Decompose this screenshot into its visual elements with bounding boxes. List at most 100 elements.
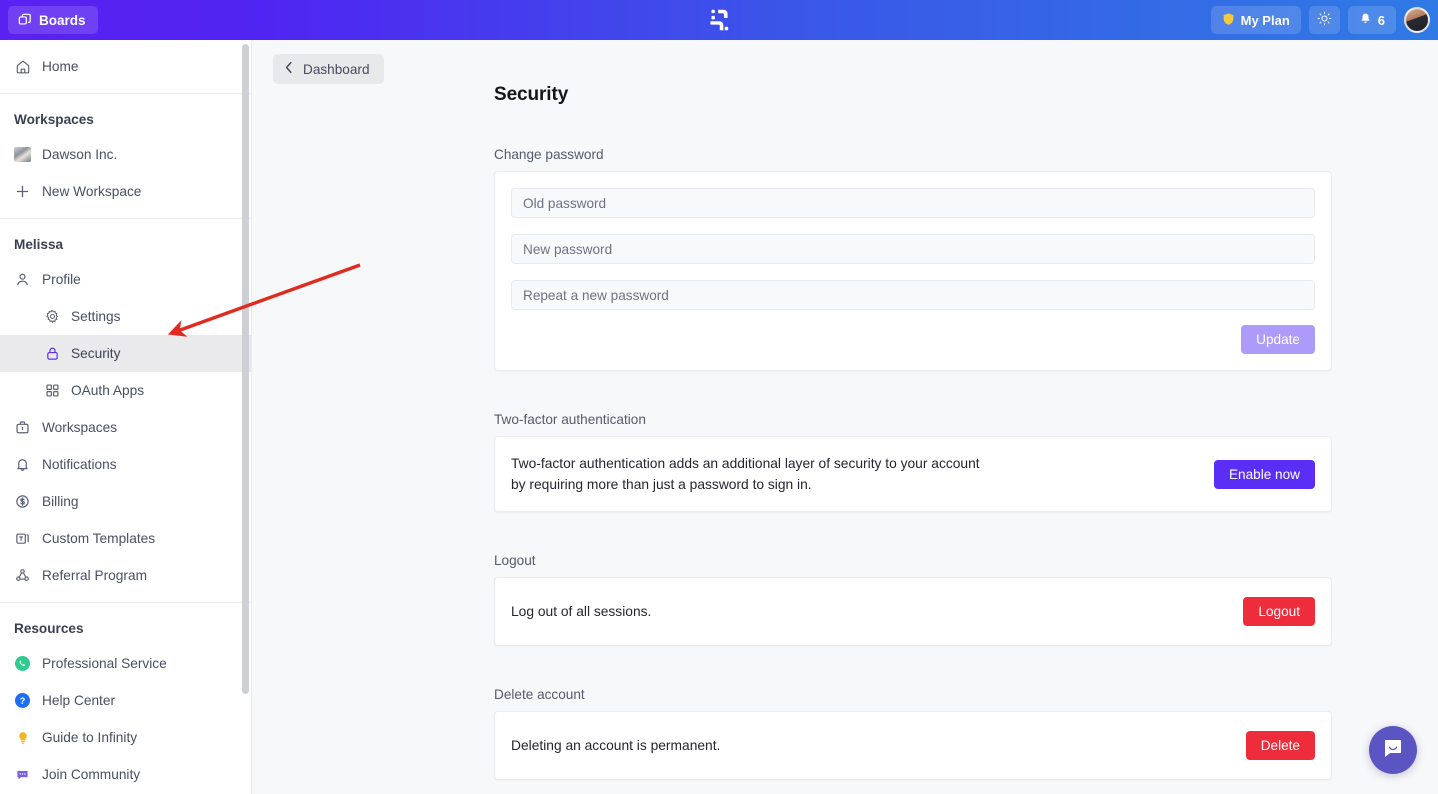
- sidebar-item-label: Join Community: [42, 767, 141, 782]
- change-password-label: Change password: [494, 147, 604, 162]
- security-page: Security Change password Old password Ne…: [494, 40, 1332, 780]
- dollar-circle-icon: [14, 493, 31, 510]
- sidebar-item-professional-service[interactable]: Professional Service: [0, 645, 251, 682]
- my-plan-button[interactable]: My Plan: [1210, 6, 1301, 34]
- sidebar-section-account: Melissa Profile Settings Security OAuth …: [0, 219, 251, 603]
- sidebar-heading-melissa: Melissa: [14, 236, 64, 252]
- change-password-card: Old password New password Repeat a new p…: [494, 171, 1332, 371]
- sidebar-item-referral-program[interactable]: Referral Program: [0, 557, 251, 594]
- delete-account-button[interactable]: Delete: [1245, 731, 1315, 760]
- change-password-actions: Update: [511, 325, 1315, 354]
- sidebar-item-guide-to-infinity[interactable]: Guide to Infinity: [0, 719, 251, 756]
- sidebar-item-join-community[interactable]: Join Community: [0, 756, 251, 793]
- lightbulb-icon: [14, 729, 31, 746]
- sun-icon: [1317, 11, 1332, 29]
- logout-button[interactable]: Logout: [1243, 597, 1315, 626]
- my-plan-label: My Plan: [1240, 12, 1290, 28]
- two-factor-description: Two-factor authentication adds an additi…: [511, 453, 980, 495]
- delete-account-label: Delete account: [494, 687, 585, 702]
- logout-label: Logout: [494, 553, 536, 568]
- repeat-password-input[interactable]: Repeat a new password: [511, 280, 1315, 310]
- chat-icon: [14, 766, 31, 783]
- bell-icon: [14, 456, 31, 473]
- sidebar-item-label: Profile: [42, 272, 81, 287]
- workspace-thumbnail-icon: [14, 147, 31, 162]
- sidebar-item-label: Help Center: [42, 693, 116, 708]
- lock-icon: [44, 345, 61, 362]
- notifications-button[interactable]: 6: [1347, 6, 1396, 34]
- person-icon: [14, 271, 31, 288]
- gear-icon: [44, 308, 61, 325]
- logout-card: Log out of all sessions. Logout: [494, 577, 1332, 646]
- sidebar-item-profile[interactable]: Profile: [0, 261, 251, 298]
- two-factor-card: Two-factor authentication adds an additi…: [494, 436, 1332, 512]
- sidebar-item-new-workspace[interactable]: New Workspace: [0, 173, 251, 210]
- template-icon: [14, 530, 31, 547]
- sidebar-section-resources: Resources Professional Service ? Help Ce…: [0, 603, 251, 794]
- share-icon: [14, 567, 31, 584]
- sidebar-item-label: Custom Templates: [42, 531, 156, 546]
- plus-icon: [14, 183, 31, 200]
- two-factor-description-line-2: by requiring more than just a password t…: [511, 477, 812, 492]
- sidebar: Home Workspaces Dawson Inc. New Workspac…: [0, 40, 252, 794]
- top-bar-actions: My Plan 6: [1210, 0, 1430, 40]
- home-icon: [14, 58, 31, 75]
- back-button-label: Dashboard: [303, 61, 370, 77]
- sidebar-item-label: Professional Service: [42, 656, 167, 671]
- sidebar-item-custom-templates[interactable]: Custom Templates: [0, 520, 251, 557]
- two-factor-description-line-1: Two-factor authentication adds an additi…: [511, 456, 980, 471]
- top-bar: Boards My Plan 6: [0, 0, 1438, 40]
- sidebar-item-label: Workspaces: [42, 420, 118, 435]
- old-password-input[interactable]: Old password: [511, 188, 1315, 218]
- sidebar-item-settings[interactable]: Settings: [0, 298, 251, 335]
- sidebar-item-label: Dawson Inc.: [42, 147, 118, 162]
- copy-icon: [18, 13, 32, 27]
- infinity-logo: [706, 7, 732, 33]
- sidebar-item-label: Guide to Infinity: [42, 730, 138, 745]
- app-root: Boards My Plan 6 Home Workspaces Dawson …: [0, 0, 1438, 794]
- back-to-dashboard-button[interactable]: Dashboard: [273, 54, 384, 84]
- main-content: Dashboard Security Change password Old p…: [252, 40, 1438, 794]
- update-password-button[interactable]: Update: [1241, 325, 1315, 354]
- grid-icon: [44, 382, 61, 399]
- sidebar-item-notifications[interactable]: Notifications: [0, 446, 251, 483]
- sidebar-item-label: Security: [71, 346, 121, 361]
- messenger-icon: [1381, 736, 1405, 765]
- sidebar-item-label: New Workspace: [42, 184, 142, 199]
- chevron-left-icon: [284, 61, 294, 77]
- sidebar-item-label: Referral Program: [42, 568, 147, 583]
- sidebar-item-dawson-inc[interactable]: Dawson Inc.: [0, 136, 251, 173]
- sidebar-item-workspaces[interactable]: Workspaces: [0, 409, 251, 446]
- sidebar-item-security[interactable]: Security: [0, 335, 251, 372]
- question-icon: ?: [14, 692, 31, 709]
- page-title: Security: [494, 84, 569, 105]
- enable-two-factor-button[interactable]: Enable now: [1213, 459, 1315, 489]
- sidebar-section-workspaces: Workspaces Dawson Inc. New Workspace: [0, 94, 251, 219]
- notifications-count: 6: [1377, 12, 1385, 28]
- boards-label: Boards: [39, 12, 86, 28]
- bell-icon: [1359, 12, 1372, 29]
- sidebar-scrollbar[interactable]: [242, 44, 249, 694]
- sidebar-item-help-center[interactable]: ? Help Center: [0, 682, 251, 719]
- theme-toggle-button[interactable]: [1308, 6, 1340, 34]
- sidebar-item-label: OAuth Apps: [71, 383, 145, 398]
- phone-icon: [14, 655, 31, 672]
- two-factor-label: Two-factor authentication: [494, 412, 646, 427]
- sidebar-item-label: Billing: [42, 494, 79, 509]
- sidebar-item-label: Settings: [71, 309, 121, 324]
- boards-button[interactable]: Boards: [8, 6, 98, 34]
- delete-account-description: Deleting an account is permanent.: [511, 738, 721, 753]
- sidebar-heading-resources: Resources: [14, 620, 84, 636]
- avatar[interactable]: [1404, 7, 1430, 33]
- new-password-input[interactable]: New password: [511, 234, 1315, 264]
- sidebar-section-home: Home: [0, 40, 251, 94]
- sidebar-item-oauth-apps[interactable]: OAuth Apps: [0, 372, 251, 409]
- shield-icon: [1222, 12, 1235, 29]
- sidebar-item-label: Notifications: [42, 457, 117, 472]
- sidebar-item-billing[interactable]: Billing: [0, 483, 251, 520]
- logout-description: Log out of all sessions.: [511, 604, 652, 619]
- sidebar-item-label: Home: [42, 59, 79, 74]
- sidebar-item-home[interactable]: Home: [0, 48, 251, 85]
- briefcase-icon: [14, 419, 31, 436]
- chat-launcher-button[interactable]: [1369, 726, 1417, 774]
